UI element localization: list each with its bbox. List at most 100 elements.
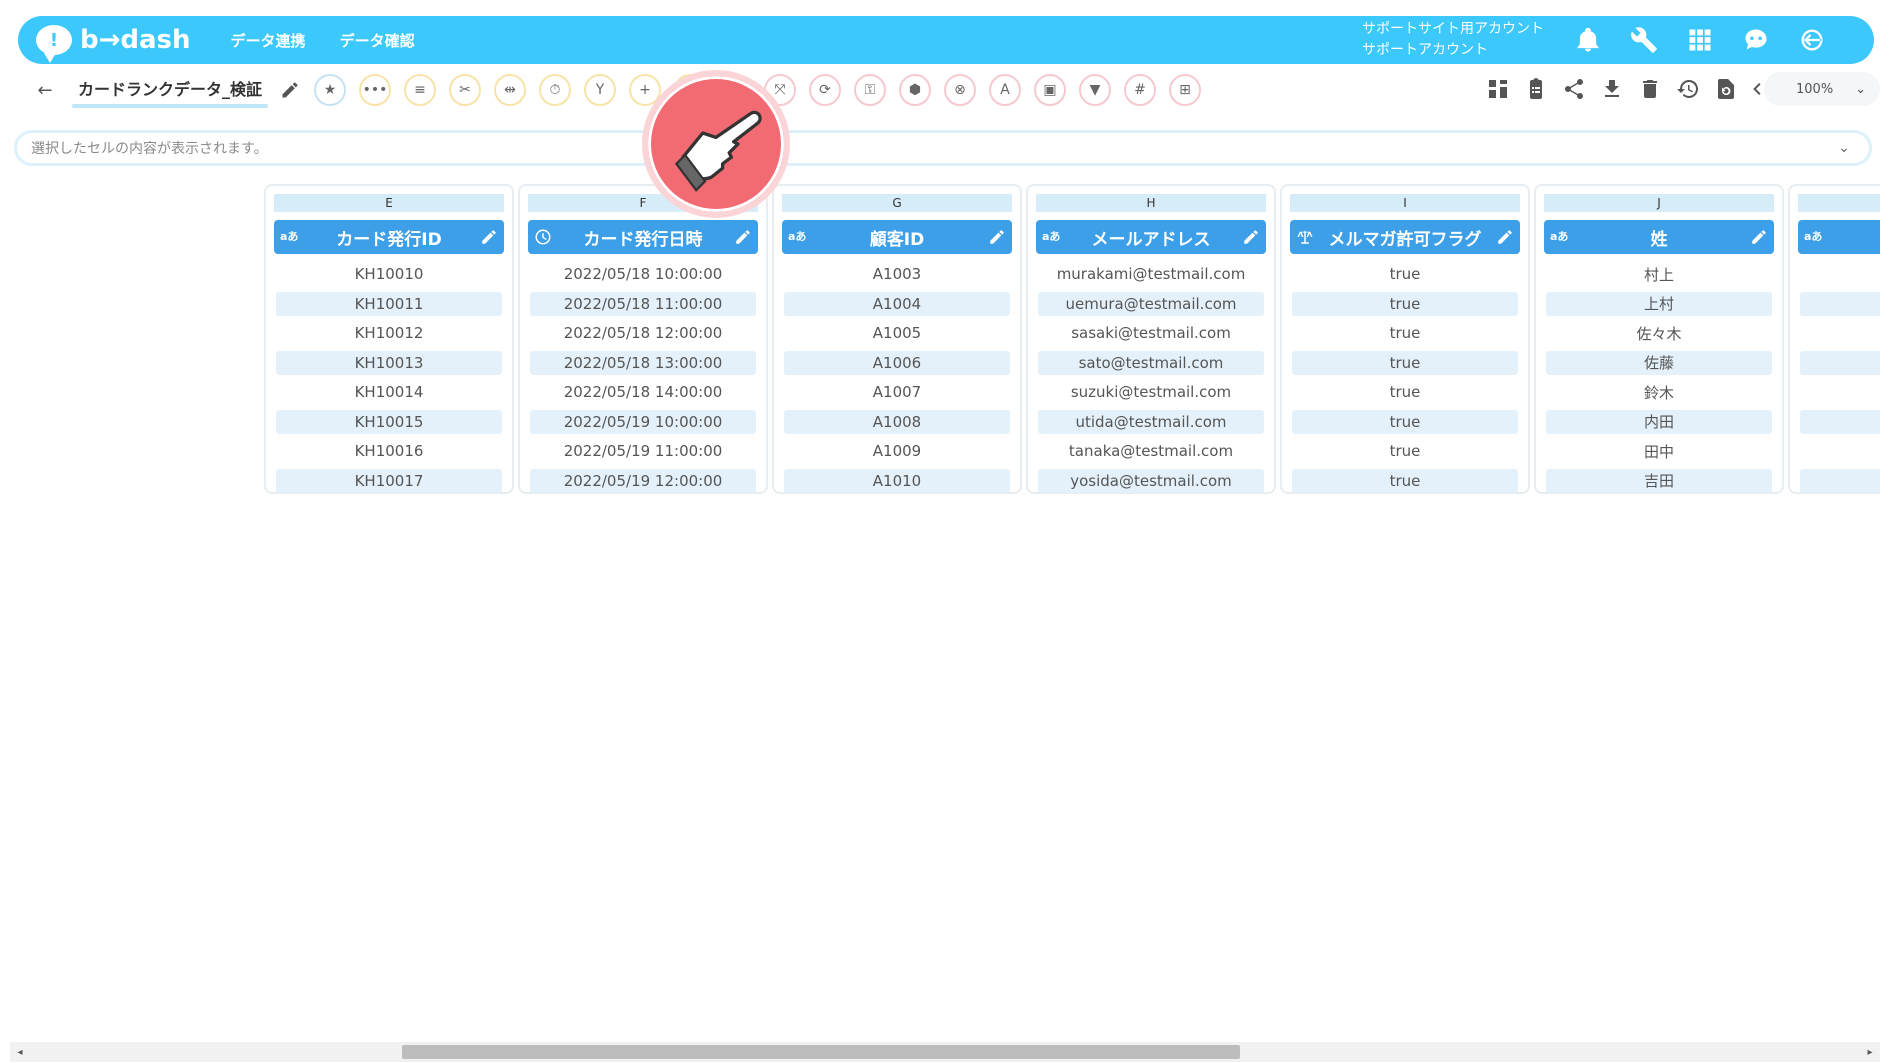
table-cell[interactable]: 内田 [1546, 409, 1772, 434]
table-cell[interactable]: 上村 [1546, 291, 1772, 316]
table-cell[interactable]: 由美子 [1800, 468, 1880, 493]
column-header[interactable]: aあ名 [1798, 220, 1880, 254]
table-cell[interactable]: true [1292, 350, 1518, 375]
cancel-circle-icon[interactable]: ⊗ [944, 74, 977, 106]
table-cell[interactable]: A1004 [784, 291, 1010, 316]
column-letter[interactable]: J [1544, 194, 1774, 212]
table-cell[interactable]: murakami@testmail.com [1038, 262, 1264, 286]
zoom-select[interactable]: 100% ⌄ [1764, 72, 1880, 106]
table-cell[interactable]: 俊夫 [1800, 262, 1880, 286]
account-info[interactable]: サポートサイト用アカウント サポートアカウント [1362, 19, 1544, 61]
more-dots-icon[interactable]: ••• [359, 74, 392, 106]
horizontal-scrollbar[interactable]: ◂ ▸ [10, 1042, 1880, 1062]
share-icon[interactable] [1562, 74, 1586, 104]
column-letter[interactable]: E [274, 194, 504, 212]
table-cell[interactable]: uemura@testmail.com [1038, 291, 1264, 316]
flow-diagram-icon[interactable] [1486, 74, 1510, 104]
bell-icon[interactable] [1570, 22, 1606, 58]
list-lines-icon[interactable]: ≡ [404, 74, 437, 106]
edit-column-pencil-icon[interactable] [1750, 228, 1768, 246]
table-cell[interactable]: true [1292, 380, 1518, 404]
edit-column-pencil-icon[interactable] [988, 228, 1006, 246]
robot-icon[interactable] [1738, 22, 1774, 58]
table-grid-icon[interactable]: ⊞ [1169, 74, 1202, 106]
repeat-icon[interactable]: ⟳ [809, 74, 842, 106]
table-cell[interactable]: 鈴木 [1546, 380, 1772, 404]
table-cell[interactable]: 2022/05/18 14:00:00 [530, 380, 756, 404]
frame-icon[interactable]: ▣ [1034, 74, 1067, 106]
table-cell[interactable]: 2022/05/18 12:00:00 [530, 321, 756, 345]
download-icon[interactable] [1600, 74, 1624, 104]
table-cell[interactable]: 寛 [1800, 409, 1880, 434]
table-cell[interactable]: yosida@testmail.com [1038, 468, 1264, 493]
timer-icon[interactable]: ⏱ [539, 74, 572, 106]
table-cell[interactable]: true [1292, 291, 1518, 316]
back-arrow-icon[interactable]: ← [30, 75, 60, 105]
table-cell[interactable]: 2022/05/18 10:00:00 [530, 262, 756, 286]
trash-icon[interactable] [1638, 74, 1662, 104]
column-header[interactable]: メルマガ許可フラグ [1290, 220, 1520, 254]
table-cell[interactable]: sato@testmail.com [1038, 350, 1264, 375]
column-letter[interactable]: K [1798, 194, 1880, 212]
table-cell[interactable]: utida@testmail.com [1038, 409, 1264, 434]
table-cell[interactable]: KH10014 [276, 380, 502, 404]
refresh-file-icon[interactable] [1714, 74, 1738, 104]
table-cell[interactable]: true [1292, 262, 1518, 286]
column-header[interactable]: aあ 姓 [1544, 220, 1774, 254]
table-cell[interactable]: 瞳 [1800, 291, 1880, 316]
history-icon[interactable] [1676, 74, 1700, 104]
table-cell[interactable]: A1008 [784, 409, 1010, 434]
edit-title-pencil-icon[interactable] [280, 80, 300, 100]
page-title[interactable]: カードランクデータ_検証 [72, 76, 268, 100]
favorite-star-icon[interactable]: ★ [314, 74, 347, 106]
split-arrows-icon[interactable]: ⇹ [494, 74, 527, 106]
table-cell[interactable]: A1006 [784, 350, 1010, 375]
scroll-left-arrow-icon[interactable]: ◂ [12, 1044, 28, 1060]
column-header[interactable]: aあ メールアドレス [1036, 220, 1266, 254]
table-cell[interactable]: A1003 [784, 262, 1010, 286]
table-cell[interactable]: true [1292, 321, 1518, 345]
table-cell[interactable]: 翔太 [1800, 321, 1880, 345]
table-cell[interactable]: 2022/05/18 13:00:00 [530, 350, 756, 375]
nav-data-integration[interactable]: データ連携 [231, 30, 306, 51]
column-letter[interactable]: H [1036, 194, 1266, 212]
table-cell[interactable]: 村上 [1546, 262, 1772, 286]
table-cell[interactable]: A1009 [784, 439, 1010, 463]
table-cell[interactable]: 佐々木 [1546, 321, 1772, 345]
table-cell[interactable]: KH10011 [276, 291, 502, 316]
table-cell[interactable]: tanaka@testmail.com [1038, 439, 1264, 463]
table-cell[interactable]: 佐藤 [1546, 350, 1772, 375]
apps-grid-icon[interactable] [1682, 22, 1718, 58]
table-cell[interactable]: 2022/05/18 11:00:00 [530, 291, 756, 316]
table-cell[interactable]: 2022/05/19 11:00:00 [530, 439, 756, 463]
edit-column-pencil-icon[interactable] [734, 228, 752, 246]
expand-chevron-icon[interactable]: ⌄ [1833, 137, 1855, 159]
table-cell[interactable]: 田中 [1546, 439, 1772, 463]
wrench-icon[interactable] [1626, 22, 1662, 58]
text-convert-icon[interactable]: A [989, 74, 1022, 106]
table-cell[interactable]: true [1292, 409, 1518, 434]
table-cell[interactable]: sasaki@testmail.com [1038, 321, 1264, 345]
scroll-thumb[interactable] [402, 1045, 1240, 1059]
table-cell[interactable]: true [1292, 468, 1518, 493]
table-cell[interactable]: 2022/05/19 12:00:00 [530, 468, 756, 493]
table-cell[interactable]: A1007 [784, 380, 1010, 404]
table-cell[interactable]: true [1292, 439, 1518, 463]
tools-cross-icon[interactable]: ✂ [449, 74, 482, 106]
table-cell[interactable]: 茉奈 [1800, 350, 1880, 375]
table-cell[interactable]: KH10015 [276, 409, 502, 434]
scroll-right-arrow-icon[interactable]: ▸ [1862, 1044, 1878, 1060]
table-cell[interactable]: 修一 [1800, 439, 1880, 463]
edit-column-pencil-icon[interactable] [1496, 228, 1514, 246]
table-cell[interactable]: A1005 [784, 321, 1010, 345]
table-cell[interactable]: 2022/05/19 10:00:00 [530, 409, 756, 434]
branch-merge-icon[interactable]: Y [584, 74, 617, 106]
table-cell[interactable]: A1010 [784, 468, 1010, 493]
clipboard-icon[interactable] [1524, 74, 1548, 104]
table-cell[interactable]: しずか [1800, 380, 1880, 404]
nav-data-check[interactable]: データ確認 [340, 30, 415, 51]
table-cell[interactable]: KH10016 [276, 439, 502, 463]
box-icon[interactable]: ⬢ [899, 74, 932, 106]
hash-grid-icon[interactable]: # [1124, 74, 1157, 106]
table-cell[interactable]: 吉田 [1546, 468, 1772, 493]
